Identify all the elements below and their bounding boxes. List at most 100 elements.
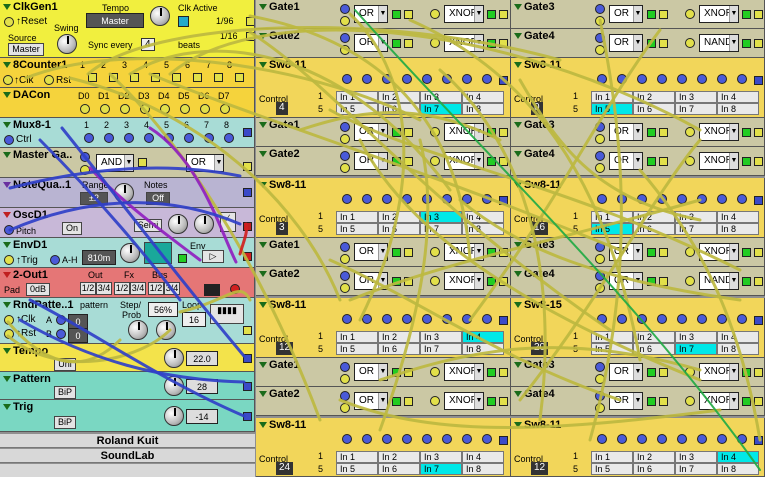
counter-step-out[interactable] (172, 73, 181, 82)
switch-in-jack[interactable] (362, 194, 372, 204)
switch-in-jack[interactable] (637, 434, 647, 444)
switch-cell[interactable]: In 7 (420, 463, 462, 475)
switch-in-jack[interactable] (597, 194, 607, 204)
switch-in-jack[interactable] (482, 434, 492, 444)
switch-cell[interactable]: In 2 (378, 331, 420, 343)
gate-in-a[interactable] (595, 271, 605, 281)
switch-cell[interactable]: In 4 (717, 91, 759, 103)
switch-cell[interactable]: In 8 (462, 463, 504, 475)
switch-in-jack[interactable] (342, 314, 352, 324)
gate-in-a[interactable] (595, 122, 605, 132)
switch-cell[interactable]: In 5 (336, 103, 378, 115)
mux-in-jack[interactable] (224, 133, 234, 143)
bus-pair-1[interactable]: 1/2 (148, 282, 164, 295)
mux-out[interactable] (243, 128, 252, 137)
collapse-triangle-icon[interactable] (3, 242, 11, 249)
switch-in-jack[interactable] (482, 314, 492, 324)
switch-cell[interactable]: In 7 (675, 103, 717, 115)
switch-cell[interactable]: In 3 (420, 451, 462, 463)
gate-in-1[interactable] (80, 152, 90, 162)
collapse-triangle-icon[interactable] (259, 33, 267, 40)
gate-out-2[interactable] (499, 248, 508, 257)
module-gate[interactable]: Gate2 OR ▼ XNOR ▼ (256, 147, 511, 176)
clk-out-96[interactable] (246, 17, 254, 26)
module-gate[interactable]: Gate1 OR ▼ XNOR ▼ (256, 0, 511, 29)
rnd-clk-jack[interactable] (4, 315, 14, 325)
gate-in-c[interactable] (430, 127, 440, 137)
gate-out-2[interactable] (499, 277, 508, 286)
switch-cell[interactable]: In 6 (378, 223, 420, 235)
trig-cv-out[interactable] (243, 412, 252, 421)
gate-in-b[interactable] (595, 374, 605, 384)
gate-in-a[interactable] (595, 362, 605, 372)
switch-cell[interactable]: In 8 (462, 223, 504, 235)
switch-in-jack[interactable] (342, 434, 352, 444)
dacon-bit-jack[interactable] (220, 104, 230, 114)
gate-out-1[interactable] (659, 397, 668, 406)
switch-cell[interactable]: In 8 (462, 343, 504, 355)
switch-cell[interactable]: In 3 (675, 211, 717, 223)
module-switch[interactable]: Sw8-11 Control 0 1 5 In 1 In 2 In 3 In 4 In 5 In 6… (511, 58, 765, 118)
gate-in-a[interactable] (340, 242, 350, 252)
collapse-triangle-icon[interactable] (514, 4, 522, 11)
module-dacon[interactable]: DACon D0 D1 D2 D3 D4 D5 D6 D7 (0, 88, 255, 118)
switch-in-jack[interactable] (657, 434, 667, 444)
gate-op2-select[interactable]: XNOR ▼ (444, 5, 484, 23)
collapse-triangle-icon[interactable] (514, 182, 522, 189)
gate-out-2[interactable] (499, 128, 508, 137)
gate-out-2[interactable] (754, 128, 763, 137)
gate-op1-select[interactable]: OR ▼ (354, 392, 388, 410)
gate-op1-select[interactable]: OR ▼ (609, 392, 643, 410)
gate-in-c[interactable] (430, 367, 440, 377)
switch-cell[interactable]: In 7 (420, 103, 462, 115)
gate-in-a[interactable] (595, 33, 605, 43)
switch-in-jack[interactable] (482, 74, 492, 84)
switch-cell[interactable]: In 4 (717, 331, 759, 343)
gate-in-c[interactable] (430, 38, 440, 48)
collapse-triangle-icon[interactable] (3, 62, 11, 69)
switch-in-jack[interactable] (402, 314, 412, 324)
collapse-triangle-icon[interactable] (259, 4, 267, 11)
switch-in-jack[interactable] (737, 74, 747, 84)
module-2out[interactable]: 2-Out1 Pad 0dB Out Fx Bus 1/2 3/4 1/2 3/… (0, 268, 255, 298)
module-gate[interactable]: Gate3 OR ▼ XNOR ▼ (511, 0, 765, 29)
gate-out-2[interactable] (754, 157, 763, 166)
module-gate[interactable]: Gate1 OR ▼ XNOR ▼ (256, 358, 511, 387)
gate-out-2[interactable] (754, 368, 763, 377)
switch-in-jack[interactable] (677, 194, 687, 204)
dacon-bit-jack[interactable] (180, 104, 190, 114)
switch-in-jack[interactable] (657, 194, 667, 204)
pattern-cv-knob[interactable] (164, 376, 184, 396)
switch-cell[interactable]: In 4 (462, 211, 504, 223)
gate-in-b[interactable] (340, 254, 350, 264)
switch-in-jack[interactable] (597, 314, 607, 324)
switch-out[interactable] (499, 76, 508, 85)
a-input-jack[interactable] (56, 315, 66, 325)
gate-out-1[interactable] (659, 157, 668, 166)
collapse-triangle-icon[interactable] (3, 182, 11, 189)
gate-in-a[interactable] (340, 362, 350, 372)
switch-cell[interactable]: In 6 (633, 463, 675, 475)
switch-cell[interactable]: In 3 (675, 451, 717, 463)
reset-input-jack[interactable] (4, 17, 14, 27)
gate-out-1[interactable] (404, 277, 413, 286)
piano-keys[interactable]: ▮▮▮▮ (210, 304, 244, 324)
pattern-cv-out[interactable] (243, 382, 252, 391)
gate-in-b[interactable] (340, 403, 350, 413)
switch-cell[interactable]: In 4 (462, 91, 504, 103)
note-out[interactable] (243, 188, 252, 197)
switch-cell[interactable]: In 1 (336, 331, 378, 343)
counter-step-out[interactable] (88, 73, 97, 82)
control-value[interactable]: 0 (531, 102, 543, 115)
switch-cell[interactable]: In 6 (633, 223, 675, 235)
switch-in-jack[interactable] (462, 74, 472, 84)
collapse-triangle-icon[interactable] (259, 182, 267, 189)
gate-in-b[interactable] (340, 134, 350, 144)
module-switch[interactable]: Sw8-15 Control 20 1 5 In 1 In 2 In 3 In 4 In 5 In … (511, 298, 765, 358)
clk-out-16[interactable] (246, 32, 254, 41)
counter-step-out[interactable] (235, 73, 244, 82)
op-select-or[interactable]: OR ▼ (186, 154, 224, 172)
collapse-triangle-icon[interactable] (3, 376, 11, 383)
switch-in-jack[interactable] (697, 194, 707, 204)
module-gate[interactable]: Gate4 OR ▼ NAND ▼ (511, 29, 765, 58)
